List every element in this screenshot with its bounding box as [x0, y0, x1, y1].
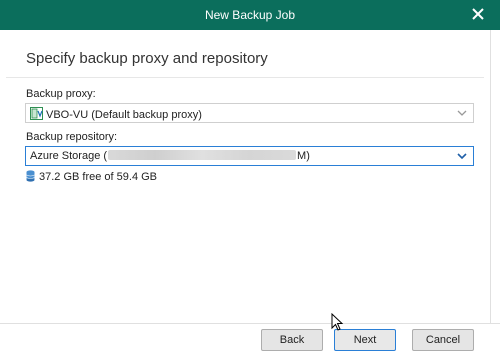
- backup-proxy-select[interactable]: VBO-VU (Default backup proxy): [25, 103, 474, 123]
- dialog-body: Specify backup proxy and repository Back…: [0, 30, 491, 323]
- window-title: New Backup Job: [204, 8, 296, 22]
- repository-value-prefix: Azure Storage (: [30, 150, 108, 162]
- backup-repository-label: Backup repository:: [26, 131, 118, 143]
- close-icon[interactable]: [470, 6, 486, 22]
- cancel-button[interactable]: Cancel: [412, 329, 474, 351]
- chevron-down-icon[interactable]: [457, 109, 467, 117]
- redacted-text: [108, 150, 297, 160]
- backup-proxy-label: Backup proxy:: [26, 88, 96, 100]
- storage-icon: [26, 170, 35, 182]
- footer-divider: [0, 323, 500, 324]
- proxy-server-icon: [30, 107, 43, 120]
- chevron-down-icon[interactable]: [457, 152, 467, 160]
- repository-capacity-text: 37.2 GB free of 59.4 GB: [39, 171, 158, 183]
- title-bar: New Backup Job: [0, 0, 500, 30]
- back-button[interactable]: Back: [261, 329, 323, 351]
- heading-divider: [6, 77, 484, 78]
- page-heading: Specify backup proxy and repository: [26, 50, 268, 67]
- backup-repository-select[interactable]: Azure Storage ( M): [25, 146, 474, 166]
- repository-value-suffix: M): [297, 150, 310, 162]
- repository-capacity: 37.2 GB free of 59.4 GB: [26, 170, 157, 183]
- backup-proxy-value: VBO-VU (Default backup proxy): [46, 109, 202, 121]
- mouse-cursor-icon: [331, 313, 344, 331]
